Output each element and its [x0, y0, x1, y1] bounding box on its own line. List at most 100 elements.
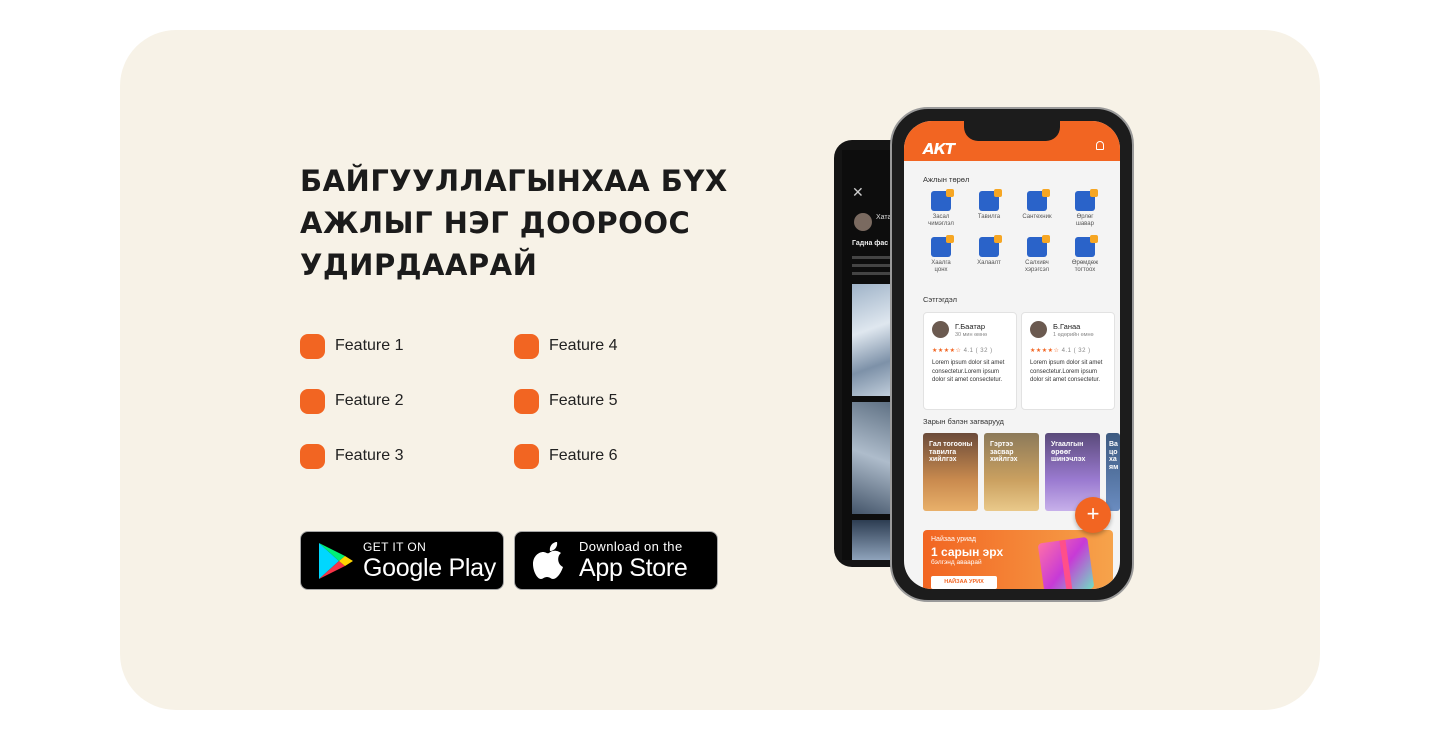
back-phone-title: Гадна фас	[852, 240, 889, 247]
feature-item-5: Feature 5	[514, 388, 617, 414]
app-store-button[interactable]: Download on the App Store	[514, 531, 718, 590]
google-play-icon	[319, 542, 353, 579]
gift-icon	[1037, 536, 1095, 589]
star-rating: ★★★★☆ 4.1 ( 32 )	[1030, 347, 1091, 354]
phone-screen: АКТ Ажлын төрөл Засал чимэглэл Тавилга Са…	[904, 121, 1120, 589]
section-title-jobs: Ажлын төрөл	[923, 175, 970, 184]
review-time: 30 мин өмнө	[955, 332, 988, 338]
paint-roller-icon	[931, 189, 954, 211]
category-label: Салхивч	[1025, 260, 1049, 266]
bullet-icon	[300, 443, 325, 469]
section-title-templates: Зарын бэлэн загварууд	[923, 417, 1004, 426]
app-store-small: Download on the	[579, 538, 683, 554]
phone-mockup: АКТ Ажлын төрөл Засал чимэглэл Тавилга Са…	[890, 107, 1134, 602]
category-item[interactable]: Хаалга цонх	[918, 235, 964, 274]
plumber-icon	[1027, 189, 1050, 211]
google-play-big: Google Play	[363, 553, 496, 582]
headline-line-3: УДИРДААРАЙ	[300, 248, 538, 282]
phone-notch	[964, 121, 1060, 141]
text-line	[852, 272, 892, 275]
headline-line-2: АЖЛЫГ НЭГ ДООРООС	[300, 206, 691, 240]
hero-card	[120, 30, 1320, 710]
category-item[interactable]: Засал чимэглэл	[918, 189, 964, 228]
category-label: Тавилга	[977, 214, 1001, 220]
app-store-big: App Store	[579, 553, 688, 582]
category-label: цонх	[934, 267, 948, 273]
category-label: Сантехник	[1022, 214, 1052, 220]
feature-label: Feature 4	[549, 337, 618, 354]
template-title: Угаалгын өрөөг шинэчлэх	[1051, 441, 1086, 463]
section-title-reviews: Сэтгэгдэл	[923, 295, 957, 304]
category-label: Өрөмдөж	[1071, 260, 1099, 266]
feature-item-6: Feature 6	[514, 443, 617, 469]
reviewer-name: Б.Ганаа	[1053, 322, 1081, 331]
feature-label: Feature 3	[335, 447, 404, 464]
banner-line-3: бэлгэнд аваарай	[931, 559, 982, 566]
bullet-icon	[300, 333, 325, 359]
avatar	[1030, 321, 1047, 338]
bullet-icon	[514, 333, 539, 359]
banner-line-2: 1 сарын эрх	[931, 545, 1004, 559]
drill-icon	[1075, 235, 1098, 257]
feature-item-3: Feature 3	[300, 443, 403, 469]
category-label: хэрэгсэл	[1024, 267, 1049, 273]
apple-icon	[533, 541, 563, 579]
feature-item-2: Feature 2	[300, 388, 403, 414]
headline: БАЙГУУЛЛАГЫНХАА БҮХ АЖЛЫГ НЭГ ДООРООС УД…	[300, 160, 740, 286]
bell-icon[interactable]	[1096, 141, 1104, 150]
banner-line-1: Найзаа уриад	[931, 536, 977, 543]
category-item[interactable]: Тавилга	[966, 189, 1012, 221]
category-label: шавар	[1076, 221, 1094, 227]
feature-label: Feature 2	[335, 392, 404, 409]
category-item[interactable]: Салхивч хэрэгсэл	[1014, 235, 1060, 274]
feature-item-1: Feature 1	[300, 333, 403, 359]
brick-wall-icon	[1075, 189, 1098, 211]
star-rating: ★★★★☆ 4.1 ( 32 )	[932, 347, 993, 354]
feature-label: Feature 6	[549, 447, 618, 464]
category-label: Халаалт	[977, 260, 1001, 266]
review-text: Lorem ipsum dolor sit amet consectetur.L…	[1030, 360, 1103, 383]
app-logo: АКТ	[923, 140, 955, 158]
furniture-icon	[979, 189, 1002, 211]
reviewer-name: Г.Баатар	[955, 322, 986, 331]
review-card[interactable]: Б.Ганаа 1 өдөрийн өмнө ★★★★☆ 4.1 ( 32 ) …	[1021, 312, 1115, 410]
ventilation-icon	[1027, 235, 1050, 257]
category-item[interactable]: Халаалт	[966, 235, 1012, 267]
review-card[interactable]: Г.Баатар 30 мин өмнө ★★★★☆ 4.1 ( 32 ) Lo…	[923, 312, 1017, 410]
review-text: Lorem ipsum dolor sit amet consectetur.L…	[932, 360, 1005, 383]
category-item[interactable]: Өрлөг шавар	[1062, 189, 1108, 228]
stars-icon: ★★★★☆	[932, 348, 962, 354]
avatar	[932, 321, 949, 338]
door-icon	[931, 235, 954, 257]
avatar	[854, 213, 872, 231]
category-item[interactable]: Сантехник	[1014, 189, 1060, 221]
category-label: Өрлөг	[1076, 214, 1094, 220]
feature-item-4: Feature 4	[514, 333, 617, 359]
google-play-button[interactable]: GET IT ON Google Play	[300, 531, 504, 590]
promo-banner[interactable]: Найзаа уриад 1 сарын эрх бэлгэнд аваарай…	[923, 530, 1113, 589]
template-title: Ва цо ха ям	[1109, 441, 1119, 471]
close-icon: ✕	[852, 184, 864, 200]
category-label: тогтоох	[1074, 267, 1096, 273]
template-title: Гал тогооны тавилга хийлгэх	[929, 441, 973, 463]
add-button[interactable]: +	[1075, 497, 1111, 533]
rating-value: 4.1 ( 32 )	[963, 348, 993, 354]
category-label: чимэглэл	[928, 221, 954, 227]
template-card[interactable]: Гэртээ засвар хийлгэх	[984, 433, 1039, 511]
rating-value: 4.1 ( 32 )	[1061, 348, 1091, 354]
category-label: Хаалга	[931, 260, 951, 266]
template-title: Гэртээ засвар хийлгэх	[990, 441, 1018, 463]
bullet-icon	[300, 388, 325, 414]
invite-friend-button[interactable]: НАЙЗАА УРИХ	[931, 576, 997, 589]
template-card[interactable]: Ва цо ха ям	[1106, 433, 1120, 511]
radiator-icon	[979, 235, 1002, 257]
stars-icon: ★★★★☆	[1030, 348, 1060, 354]
category-item[interactable]: Өрөмдөж тогтоох	[1062, 235, 1108, 274]
feature-label: Feature 5	[549, 392, 618, 409]
template-card[interactable]: Гал тогооны тавилга хийлгэх	[923, 433, 978, 511]
feature-label: Feature 1	[335, 337, 404, 354]
google-play-small: GET IT ON	[363, 539, 427, 554]
headline-line-1: БАЙГУУЛЛАГЫНХАА БҮХ	[300, 164, 728, 198]
bullet-icon	[514, 443, 539, 469]
review-time: 1 өдөрийн өмнө	[1053, 332, 1094, 338]
